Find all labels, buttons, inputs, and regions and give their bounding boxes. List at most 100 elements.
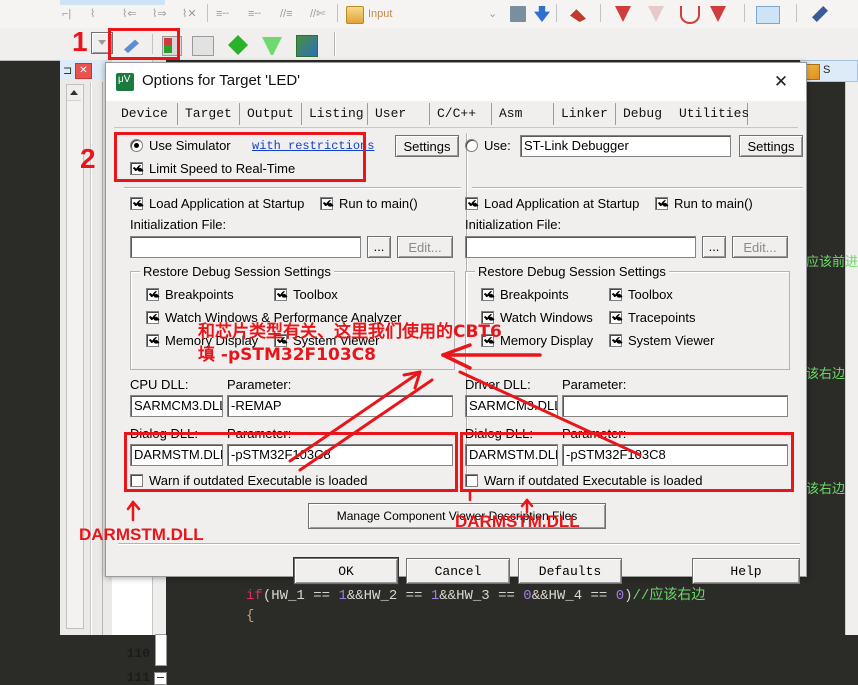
driver-dll-input[interactable]: SARMCM3.DLL <box>465 395 558 417</box>
cancel-button[interactable]: Cancel <box>406 558 510 584</box>
bookmark-prev-icon[interactable]: ⌇⇐ <box>122 8 137 20</box>
driver-parameter-input[interactable] <box>562 395 788 417</box>
annotation-note-line-1: 和芯片类型有关、这里我们使用的CBT6 <box>198 322 502 342</box>
defaults-button[interactable]: Defaults <box>518 558 622 584</box>
annotation-note-line-2: 填 -pSTM32F103C8 <box>198 345 376 365</box>
load-app-startup-checkbox-right[interactable]: ✔ <box>465 197 478 210</box>
use-simulator-radio[interactable] <box>130 139 143 152</box>
run-to-main-checkbox-right[interactable]: ✔ <box>655 197 668 210</box>
target-select-dropdown[interactable] <box>91 32 113 54</box>
memory-display-checkbox-left[interactable]: ✔ <box>146 334 159 347</box>
toolbar-row-lower <box>0 28 858 61</box>
bookmark-clear-icon[interactable]: ⌇✕ <box>182 8 197 20</box>
folder-icon[interactable] <box>346 6 364 24</box>
outdent-block-icon[interactable]: ≡╌ <box>248 8 261 20</box>
line-number: 110 <box>126 646 150 661</box>
init-file-edit-button-left[interactable]: Edit... <box>397 236 453 258</box>
tab-output[interactable]: Output <box>240 103 302 125</box>
debugger-settings-button[interactable]: Settings <box>739 135 803 157</box>
warn-outdated-checkbox-right[interactable] <box>465 474 478 487</box>
indent-icon[interactable]: ⌐| <box>62 8 71 20</box>
tracepoints-checkbox-right[interactable]: ✔ <box>609 311 622 324</box>
tab-utilities[interactable]: Utilities <box>672 103 749 125</box>
limit-speed-checkbox[interactable]: ✔ <box>130 162 143 175</box>
dialog-parameter-label-left: Parameter: <box>227 426 292 441</box>
breakpoints-checkbox-left[interactable]: ✔ <box>146 288 159 301</box>
download-icon[interactable] <box>534 6 550 22</box>
close-icon[interactable]: ✕ <box>764 69 798 95</box>
toolbox-checkbox-right[interactable]: ✔ <box>609 288 622 301</box>
green-funnel-icon[interactable] <box>262 37 282 55</box>
bookmark-icon[interactable]: ⌇ <box>90 8 95 20</box>
tab-cpp[interactable]: C/C++ <box>430 103 492 125</box>
tab-target[interactable]: Target <box>178 103 240 125</box>
pin-icon[interactable]: ⊐ <box>63 64 72 77</box>
target-options-icon[interactable] <box>162 36 182 56</box>
cpu-parameter-input[interactable]: -REMAP <box>227 395 453 417</box>
help-button[interactable]: Help <box>692 558 800 584</box>
scroll-up-arrow-icon[interactable] <box>67 85 81 101</box>
comment-icon[interactable]: //≡ <box>280 8 293 20</box>
system-viewer-checkbox-right[interactable]: ✔ <box>609 334 622 347</box>
watch-windows-checkbox-left[interactable]: ✔ <box>146 311 159 324</box>
tab-linker[interactable]: Linker <box>554 103 616 125</box>
breakpoints-checkbox-right[interactable]: ✔ <box>481 288 494 301</box>
init-file-edit-button-right[interactable]: Edit... <box>732 236 788 258</box>
package-installer-icon[interactable] <box>296 35 318 57</box>
toolbar-separator <box>600 4 601 22</box>
init-file-input-right[interactable] <box>465 236 696 258</box>
close-icon[interactable]: ✕ <box>75 63 92 79</box>
load-app-startup-label-left: Load Application at Startup <box>149 196 305 211</box>
chevron-down-icon[interactable]: ⌄ <box>488 8 497 20</box>
dialog-dll-input-left[interactable]: DARMSTM.DLL <box>130 444 223 466</box>
dialog-parameter-input-left[interactable]: -pSTM32F103C8 <box>227 444 453 466</box>
debug-start-icon[interactable] <box>570 9 586 22</box>
dialog-parameter-input-right[interactable]: -pSTM32F103C8 <box>562 444 788 466</box>
breakpoint-kill-all-icon[interactable] <box>680 6 700 24</box>
ok-button[interactable]: OK <box>294 558 398 584</box>
pencil-icon[interactable] <box>812 6 828 22</box>
cpu-dll-input[interactable]: SARMCM3.DLL <box>130 395 223 417</box>
init-file-browse-button-right[interactable]: ... <box>702 236 726 258</box>
green-diamond-icon[interactable] <box>228 35 248 55</box>
fold-toggle-icon[interactable] <box>154 672 167 685</box>
use-debugger-radio[interactable] <box>465 139 478 152</box>
code-token: 1 <box>338 588 347 604</box>
breakpoint-disable-all-icon[interactable] <box>710 6 726 22</box>
build-icon[interactable] <box>510 6 526 22</box>
breakpoint-disable-icon[interactable] <box>648 6 664 22</box>
bookmark-next-icon[interactable]: ⌇⇒ <box>152 8 167 20</box>
scrollbar-thumb[interactable] <box>155 634 167 666</box>
tab-debug[interactable]: Debug <box>616 103 672 125</box>
tab-user[interactable]: User <box>368 103 430 125</box>
section-divider-right <box>472 187 803 189</box>
debugger-select[interactable]: ST-Link Debugger <box>520 135 731 157</box>
breakpoint-insert-icon[interactable] <box>615 6 631 22</box>
tab-listing[interactable]: Listing <box>302 103 368 125</box>
toolbox-checkbox-left[interactable]: ✔ <box>274 288 287 301</box>
dialog-dll-input-right[interactable]: DARMSTM.DLL <box>465 444 558 466</box>
code-token: &&HW_4 == <box>531 588 616 604</box>
tab-device[interactable]: Device <box>114 103 178 125</box>
manage-batch-icon[interactable] <box>192 36 214 56</box>
toolbar-separator <box>337 4 338 22</box>
editor-file-tab[interactable]: S <box>800 60 858 82</box>
load-app-startup-checkbox-left[interactable]: ✔ <box>130 197 143 210</box>
simulator-settings-button[interactable]: Settings <box>395 135 459 157</box>
tab-asm[interactable]: Asm <box>492 103 554 125</box>
editor-vertical-scrollbar[interactable] <box>845 60 858 635</box>
with-restrictions-link[interactable]: with restrictions <box>252 139 374 153</box>
debug-wizard-icon[interactable] <box>124 39 139 54</box>
code-token: ) <box>624 588 633 604</box>
memory-display-label-right: Memory Display <box>500 333 594 348</box>
init-file-input-left[interactable] <box>130 236 361 258</box>
uncomment-icon[interactable]: //✄ <box>310 8 325 20</box>
memory-window-icon[interactable] <box>756 6 780 24</box>
indent-block-icon[interactable]: ≡╌ <box>216 8 229 20</box>
annotation-step-1: 1 <box>72 26 88 57</box>
init-file-browse-button-left[interactable]: ... <box>367 236 391 258</box>
warn-outdated-checkbox-left[interactable] <box>130 474 143 487</box>
driver-parameter-label: Parameter: <box>562 377 627 392</box>
toolbox-label-left: Toolbox <box>293 287 338 302</box>
run-to-main-checkbox-left[interactable]: ✔ <box>320 197 333 210</box>
